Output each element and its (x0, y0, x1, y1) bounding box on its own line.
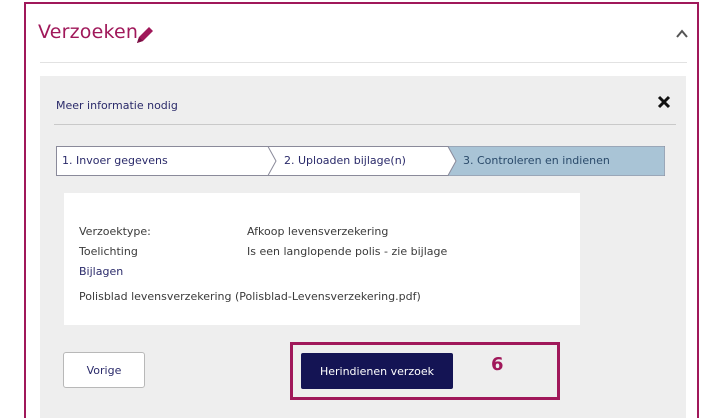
step-1: 1. Invoer gegevens (62, 154, 168, 167)
step-3-active: 3. Controleren en indienen (463, 154, 610, 167)
request-type-value: Afkoop levensverzekering (247, 225, 389, 238)
request-type-label: Verzoektype: (79, 225, 151, 238)
form-divider (54, 124, 676, 125)
attachment-file[interactable]: Polisblad levensverzekering (Polisblad-L… (79, 290, 421, 303)
close-icon[interactable] (656, 94, 672, 110)
previous-button[interactable]: Vorige (63, 352, 145, 388)
explanation-label: Toelichting (79, 245, 138, 258)
resubmit-request-button[interactable]: Herindienen verzoek (301, 353, 453, 389)
pencil-icon[interactable] (134, 24, 156, 46)
request-form: Meer informatie nodig 1. Invoer gegevens… (40, 76, 686, 418)
panel-divider (40, 62, 687, 63)
chevron-up-icon[interactable] (675, 26, 689, 40)
step-2: 2. Uploaden bijlage(n) (284, 154, 406, 167)
annotation-number: 6 (491, 354, 504, 375)
explanation-value: Is een langlopende polis - zie bijlage (247, 245, 448, 258)
form-title: Meer informatie nodig (56, 99, 178, 112)
panel-header[interactable]: Verzoeken (26, 4, 697, 64)
annotation-highlight: Herindienen verzoek 6 (290, 342, 560, 400)
summary-card: Verzoektype: Afkoop levensverzekering To… (64, 193, 580, 325)
panel-title: Verzoeken (38, 21, 139, 43)
requests-panel: Verzoeken Meer informatie nodig 1. Invoe… (24, 2, 699, 418)
step-indicator: 1. Invoer gegevens 2. Uploaden bijlage(n… (56, 146, 665, 176)
attachments-label: Bijlagen (79, 265, 124, 278)
